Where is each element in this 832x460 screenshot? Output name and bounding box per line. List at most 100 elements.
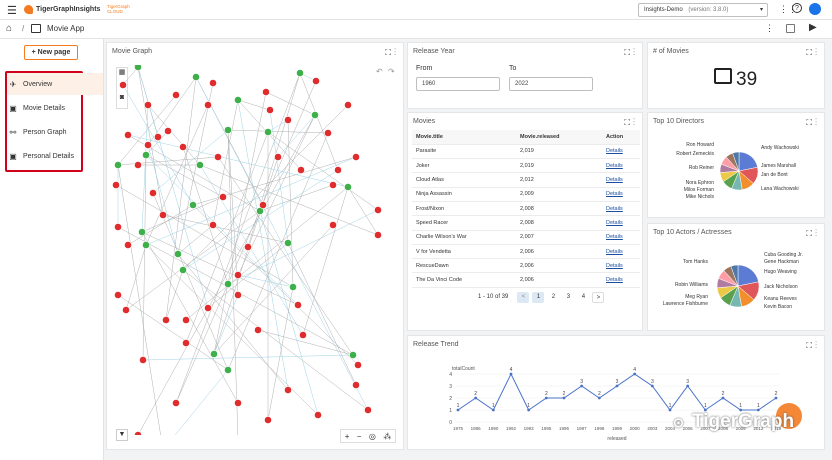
details-link[interactable]: Details bbox=[606, 234, 623, 240]
fullscreen-icon[interactable]: ⛶ bbox=[624, 48, 633, 57]
more-vert-icon[interactable]: ⋮ bbox=[633, 48, 638, 57]
person-node[interactable] bbox=[172, 399, 180, 407]
details-link[interactable]: Details bbox=[606, 249, 623, 255]
details-link[interactable]: Details bbox=[606, 220, 623, 226]
column-header[interactable]: Movie.title bbox=[412, 130, 516, 145]
person-node[interactable] bbox=[154, 133, 162, 141]
person-node[interactable] bbox=[144, 141, 152, 149]
movie-node[interactable] bbox=[311, 111, 319, 119]
movie-node[interactable] bbox=[224, 126, 232, 134]
trend-point[interactable] bbox=[456, 408, 460, 412]
more-vert-icon[interactable]: ⋮ bbox=[633, 118, 638, 127]
person-node[interactable] bbox=[294, 301, 302, 309]
person-node[interactable] bbox=[134, 161, 142, 169]
movie-node[interactable] bbox=[142, 151, 150, 159]
person-node[interactable] bbox=[329, 221, 337, 229]
fullscreen-icon[interactable]: ⛶ bbox=[385, 48, 394, 57]
person-node[interactable] bbox=[352, 381, 360, 389]
details-link[interactable]: Details bbox=[606, 177, 623, 183]
trend-point[interactable] bbox=[562, 396, 566, 400]
person-node[interactable] bbox=[209, 79, 217, 87]
sidebar-item-personal-details[interactable]: ▣ Personal Details bbox=[8, 145, 80, 167]
movie-node[interactable] bbox=[192, 73, 200, 81]
fullscreen-icon[interactable]: ⛶ bbox=[806, 118, 815, 127]
help-icon[interactable]: ? bbox=[792, 3, 802, 13]
movie-node[interactable] bbox=[349, 351, 357, 359]
new-page-button[interactable]: + New page bbox=[24, 45, 78, 60]
person-node[interactable] bbox=[352, 153, 360, 161]
movie-node[interactable] bbox=[264, 128, 272, 136]
fullscreen-icon[interactable]: ⛶ bbox=[806, 48, 815, 57]
details-link[interactable]: Details bbox=[606, 163, 623, 169]
trend-point[interactable] bbox=[615, 384, 619, 388]
person-node[interactable] bbox=[266, 106, 274, 114]
details-link[interactable]: Details bbox=[606, 277, 623, 283]
person-node[interactable] bbox=[374, 231, 382, 239]
details-link[interactable]: Details bbox=[606, 191, 623, 197]
details-link[interactable]: Details bbox=[606, 148, 623, 154]
fullscreen-icon[interactable]: ⛶ bbox=[624, 118, 633, 127]
person-node[interactable] bbox=[259, 201, 267, 209]
person-node[interactable] bbox=[204, 101, 212, 109]
movie-node[interactable] bbox=[224, 366, 232, 374]
trend-point[interactable] bbox=[721, 396, 725, 400]
trend-point[interactable] bbox=[774, 396, 778, 400]
person-node[interactable] bbox=[334, 166, 342, 174]
person-node[interactable] bbox=[254, 326, 262, 334]
more-vert-icon[interactable]: ⋮ bbox=[815, 341, 820, 350]
more-vert-icon[interactable]: ⋮ bbox=[815, 48, 820, 57]
more-vert-icon[interactable]: ⋮ bbox=[394, 48, 399, 57]
details-link[interactable]: Details bbox=[606, 206, 623, 212]
trend-point[interactable] bbox=[527, 408, 531, 412]
sidebar-item-movie-details[interactable]: ▣ Movie Details bbox=[8, 97, 80, 119]
person-node[interactable] bbox=[179, 143, 187, 151]
person-node[interactable] bbox=[374, 206, 382, 214]
movie-node[interactable] bbox=[179, 266, 187, 274]
person-node[interactable] bbox=[214, 153, 222, 161]
movie-node[interactable] bbox=[224, 280, 232, 288]
fullscreen-icon[interactable]: ⛶ bbox=[806, 341, 815, 350]
menu-icon[interactable]: ☰ bbox=[7, 4, 17, 17]
person-node[interactable] bbox=[172, 91, 180, 99]
trend-point[interactable] bbox=[650, 384, 654, 388]
from-year-input[interactable]: 1960 bbox=[416, 77, 500, 91]
movie-node[interactable] bbox=[142, 241, 150, 249]
person-node[interactable] bbox=[262, 88, 270, 96]
person-node[interactable] bbox=[284, 116, 292, 124]
trend-point[interactable] bbox=[491, 408, 495, 412]
details-link[interactable]: Details bbox=[606, 263, 623, 269]
person-node[interactable] bbox=[314, 411, 322, 419]
graph-canvas[interactable] bbox=[108, 65, 404, 435]
movie-node[interactable] bbox=[138, 228, 146, 236]
person-node[interactable] bbox=[274, 153, 282, 161]
movie-node[interactable] bbox=[189, 201, 197, 209]
person-node[interactable] bbox=[364, 406, 372, 414]
person-node[interactable] bbox=[182, 339, 190, 347]
page-button[interactable]: 4 bbox=[577, 292, 589, 303]
person-node[interactable] bbox=[114, 223, 122, 231]
person-node[interactable] bbox=[329, 181, 337, 189]
movie-node[interactable] bbox=[174, 250, 182, 258]
person-node[interactable] bbox=[219, 193, 227, 201]
movie-node[interactable] bbox=[210, 350, 218, 358]
to-year-input[interactable]: 2022 bbox=[509, 77, 593, 91]
person-node[interactable] bbox=[209, 221, 217, 229]
filter-button[interactable]: ▼ bbox=[116, 429, 128, 441]
person-node[interactable] bbox=[124, 241, 132, 249]
person-node[interactable] bbox=[312, 77, 320, 85]
person-node[interactable] bbox=[264, 416, 272, 424]
person-node[interactable] bbox=[324, 129, 332, 137]
sidebar-item-overview[interactable]: ✈ Overview bbox=[8, 73, 80, 95]
person-node[interactable] bbox=[234, 399, 242, 407]
person-node[interactable] bbox=[119, 81, 127, 89]
person-node[interactable] bbox=[164, 127, 172, 135]
more-vert-icon[interactable]: ⋮ bbox=[765, 23, 774, 34]
person-node[interactable] bbox=[122, 306, 130, 314]
person-node[interactable] bbox=[204, 304, 212, 312]
person-node[interactable] bbox=[114, 291, 122, 299]
person-node[interactable] bbox=[354, 361, 362, 369]
page-button[interactable]: 3 bbox=[562, 292, 574, 303]
trend-point[interactable] bbox=[544, 396, 548, 400]
layout-icon[interactable]: ⁂ bbox=[383, 432, 391, 441]
trend-point[interactable] bbox=[509, 372, 513, 376]
